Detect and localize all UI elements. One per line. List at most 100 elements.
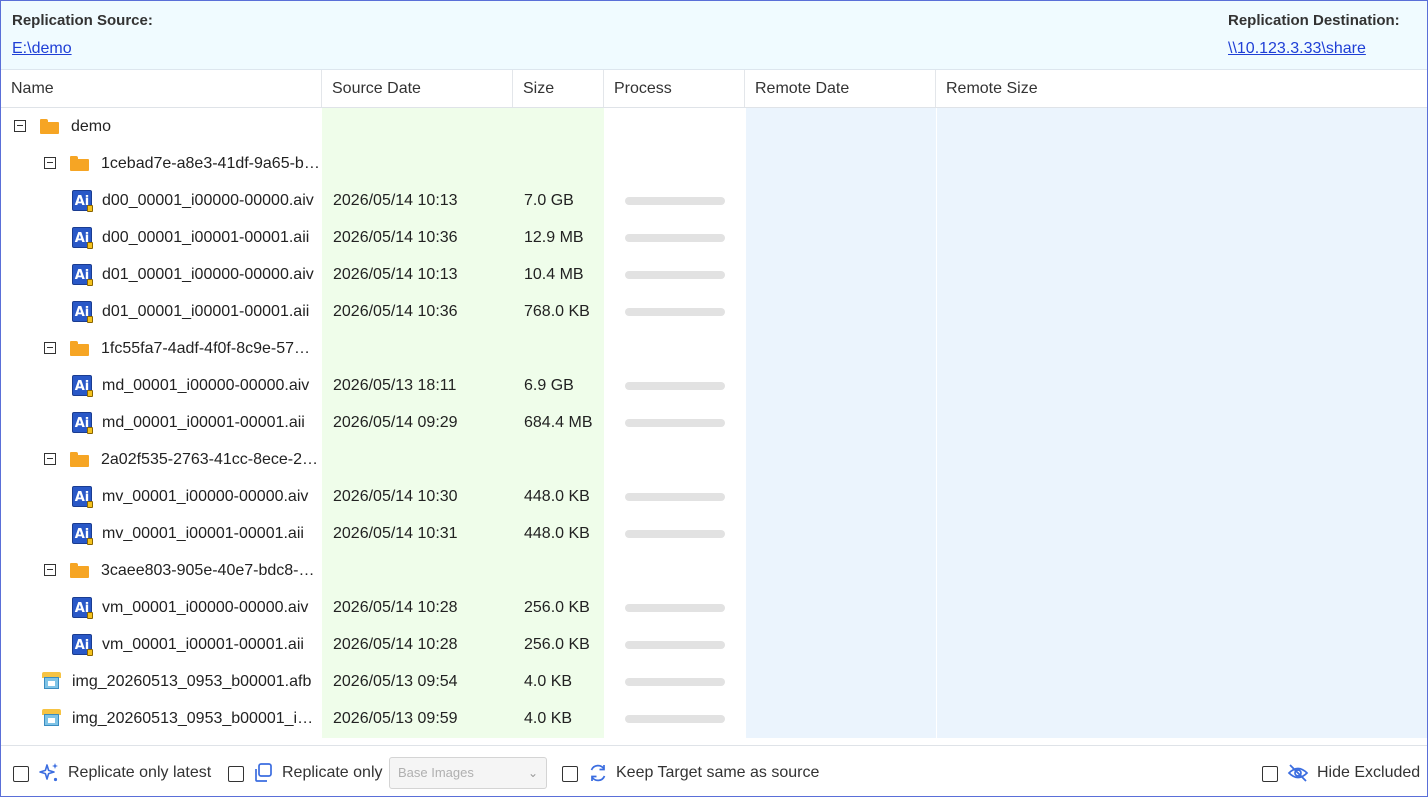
collapse-toggle-icon[interactable] (44, 157, 56, 169)
file-row[interactable]: Ai d01_00001_i00001-00001.aii 2026/05/14 1… (1, 293, 1427, 330)
row-source-date: 2026/05/14 10:13 (333, 192, 458, 209)
source-block: Replication Source: E:\demo (12, 12, 153, 58)
folder-row[interactable]: 1cebad7e-a8e3-41df-9a65-b… (1, 145, 1427, 182)
file-row[interactable]: img_20260513_0953_b00001_i… 2026/05/13 09… (1, 700, 1427, 737)
file-row[interactable]: Ai mv_00001_i00001-00001.aii 2026/05/14 10… (1, 515, 1427, 552)
row-progress-bar (625, 493, 725, 501)
file-row[interactable]: Ai d00_00001_i00000-00000.aiv 2026/05/14 1… (1, 182, 1427, 219)
row-size: 6.9 GB (524, 377, 574, 394)
row-progress-bar (625, 641, 725, 649)
row-progress-bar (625, 715, 725, 723)
folder-row[interactable]: 1fc55fa7-4adf-4f0f-8c9e-57… (1, 330, 1427, 367)
source-path-link[interactable]: E:\demo (12, 40, 72, 58)
eye-off-icon (1287, 762, 1309, 784)
row-name: vm_00001_i00001-00001.aii (102, 636, 304, 653)
column-header-process[interactable]: Process (604, 70, 745, 107)
collapse-toggle-icon[interactable] (44, 453, 56, 465)
sync-icon (587, 762, 609, 784)
folder-row[interactable]: demo (1, 108, 1427, 145)
replicate-only-label: Replicate only (282, 764, 383, 781)
row-name: 1cebad7e-a8e3-41df-9a65-b… (101, 155, 319, 172)
row-source-date: 2026/05/14 09:29 (333, 414, 458, 431)
file-row[interactable]: Ai md_00001_i00001-00001.aii 2026/05/14 09… (1, 404, 1427, 441)
row-size: 448.0 KB (524, 525, 590, 542)
row-progress-bar (625, 604, 725, 612)
row-size: 256.0 KB (524, 599, 590, 616)
file-row[interactable]: Ai vm_00001_i00001-00001.aii 2026/05/14 10… (1, 626, 1427, 663)
file-row[interactable]: img_20260513_0953_b00001.afb 2026/05/13 0… (1, 663, 1427, 700)
folder-icon (70, 341, 89, 356)
row-progress-bar (625, 234, 725, 242)
collapse-toggle-icon[interactable] (44, 564, 56, 576)
replication-window: Replication Source: E:\demo Replication … (0, 0, 1428, 797)
ai-file-icon: Ai (72, 301, 93, 323)
file-row[interactable]: Ai d01_00001_i00000-00000.aiv 2026/05/14 1… (1, 256, 1427, 293)
column-header-remote-date[interactable]: Remote Date (745, 70, 936, 107)
row-progress-bar (625, 308, 725, 316)
column-header-row: Name Source Date Size Process Remote Dat… (1, 70, 1427, 108)
collapse-toggle-icon[interactable] (14, 120, 26, 132)
column-header-source-date[interactable]: Source Date (322, 70, 513, 107)
row-source-date: 2026/05/14 10:31 (333, 525, 458, 542)
row-size: 4.0 KB (524, 673, 573, 690)
replicate-latest-label: Replicate only latest (68, 764, 212, 781)
row-name: mv_00001_i00001-00001.aii (102, 525, 304, 542)
row-size: 448.0 KB (524, 488, 590, 505)
file-tree-table: demo 1cebad7e-a8e3-41df-9a65-b… Ai d00_0000… (1, 108, 1427, 738)
row-size: 12.9 MB (524, 229, 584, 246)
file-row[interactable]: Ai mv_00001_i00000-00000.aiv 2026/05/14 10… (1, 478, 1427, 515)
row-name: md_00001_i00001-00001.aii (102, 414, 305, 431)
row-name: d01_00001_i00000-00000.aiv (102, 266, 314, 283)
row-source-date: 2026/05/13 18:11 (333, 377, 457, 394)
replicate-only-select-value: Base Images (398, 765, 474, 780)
folder-icon (70, 563, 89, 578)
sparkle-icon (38, 762, 60, 784)
row-source-date: 2026/05/14 10:30 (333, 488, 458, 505)
row-progress-bar (625, 530, 725, 538)
copy-icon (252, 762, 274, 784)
file-row[interactable]: Ai d00_00001_i00001-00001.aii 2026/05/14 1… (1, 219, 1427, 256)
file-row[interactable]: Ai vm_00001_i00000-00000.aiv 2026/05/14 10… (1, 589, 1427, 626)
collapse-toggle-icon[interactable] (44, 342, 56, 354)
row-name: d01_00001_i00001-00001.aii (102, 303, 310, 320)
row-name: 2a02f535-2763-41cc-8ece-2… (101, 451, 319, 468)
row-progress-bar (625, 382, 725, 390)
folder-row[interactable]: 3caee803-905e-40e7-bdc8-… (1, 552, 1427, 589)
row-size: 4.0 KB (524, 710, 573, 727)
row-name: 1fc55fa7-4adf-4f0f-8c9e-57… (101, 340, 311, 357)
row-size: 10.4 MB (524, 266, 584, 283)
ai-file-icon: Ai (72, 523, 93, 545)
hide-excluded-checkbox[interactable] (1262, 766, 1278, 782)
row-source-date: 2026/05/14 10:28 (333, 599, 458, 616)
keep-target-checkbox[interactable] (562, 766, 578, 782)
destination-block: Replication Destination: \\10.123.3.33\s… (1228, 12, 1400, 58)
destination-path-link[interactable]: \\10.123.3.33\share (1228, 40, 1366, 58)
afb-file-icon (42, 709, 61, 726)
row-name: md_00001_i00000-00000.aiv (102, 377, 310, 394)
folder-icon (70, 156, 89, 171)
folder-icon (40, 119, 59, 134)
replicate-latest-checkbox[interactable] (13, 766, 29, 782)
row-progress-bar (625, 197, 725, 205)
ai-file-icon: Ai (72, 190, 93, 212)
row-name: d00_00001_i00001-00001.aii (102, 229, 310, 246)
ai-file-icon: Ai (72, 412, 93, 434)
replicate-only-select[interactable]: Base Images ⌄ (389, 757, 547, 789)
replication-header: Replication Source: E:\demo Replication … (1, 1, 1427, 70)
replicate-only-checkbox[interactable] (228, 766, 244, 782)
column-header-name[interactable]: Name (1, 70, 322, 107)
ai-file-icon: Ai (72, 486, 93, 508)
row-size: 768.0 KB (524, 303, 590, 320)
folder-icon (70, 452, 89, 467)
ai-file-icon: Ai (72, 264, 93, 286)
file-row[interactable]: Ai md_00001_i00000-00000.aiv 2026/05/13 18… (1, 367, 1427, 404)
keep-target-label: Keep Target same as source (616, 764, 820, 781)
row-source-date: 2026/05/14 10:36 (333, 303, 458, 320)
ai-file-icon: Ai (72, 634, 93, 656)
folder-row[interactable]: 2a02f535-2763-41cc-8ece-2… (1, 441, 1427, 478)
column-header-remote-size[interactable]: Remote Size (936, 70, 1427, 107)
ai-file-icon: Ai (72, 375, 93, 397)
column-header-size[interactable]: Size (513, 70, 604, 107)
options-footer: Replicate only latest Replicate only Bas… (1, 745, 1427, 796)
row-progress-bar (625, 678, 725, 686)
